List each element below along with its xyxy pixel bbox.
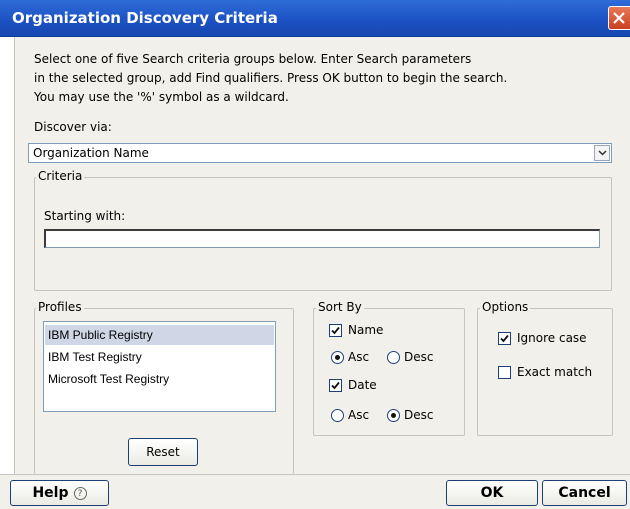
close-icon bbox=[613, 12, 625, 24]
radio-selected-dot bbox=[335, 355, 340, 360]
profiles-list[interactable]: IBM Public Registry IBM Test Registry Mi… bbox=[43, 321, 276, 412]
sort-by-legend: Sort By bbox=[316, 300, 364, 314]
title-bar: Organization Discovery Criteria bbox=[0, 0, 630, 37]
date-asc-radio[interactable] bbox=[331, 409, 344, 422]
profiles-legend: Profiles bbox=[36, 300, 84, 314]
sort-name-checkbox[interactable] bbox=[329, 324, 342, 337]
instruction-line: in the selected group, add Find qualifie… bbox=[34, 71, 508, 85]
radio-selected-dot bbox=[391, 413, 396, 418]
name-desc-label: Desc bbox=[404, 350, 434, 364]
dropdown-button[interactable] bbox=[594, 145, 610, 161]
date-asc-label: Asc bbox=[348, 408, 370, 422]
starting-with-label: Starting with: bbox=[44, 209, 126, 223]
instruction-line: You may use the '%' symbol as a wildcard… bbox=[34, 90, 289, 104]
ignore-case-label: Ignore case bbox=[517, 331, 587, 345]
help-label: Help bbox=[32, 485, 69, 501]
help-button[interactable]: Help? bbox=[10, 480, 109, 506]
name-desc-radio[interactable] bbox=[387, 351, 400, 364]
discover-via-select[interactable]: Organization Name bbox=[28, 143, 612, 163]
date-desc-label: Desc bbox=[404, 408, 434, 422]
sort-date-checkbox[interactable] bbox=[329, 379, 342, 392]
list-item-ibm-test-registry[interactable]: IBM Test Registry bbox=[45, 347, 274, 367]
cancel-button[interactable]: Cancel bbox=[542, 480, 627, 506]
date-desc-radio[interactable] bbox=[387, 409, 400, 422]
checkmark-icon bbox=[331, 381, 340, 390]
window-title: Organization Discovery Criteria bbox=[12, 9, 278, 27]
sort-name-label: Name bbox=[348, 323, 384, 337]
exact-match-label: Exact match bbox=[517, 365, 593, 379]
starting-with-input[interactable] bbox=[44, 229, 600, 248]
list-item-microsoft-test-registry[interactable]: Microsoft Test Registry bbox=[45, 369, 274, 389]
discover-via-value: Organization Name bbox=[33, 146, 149, 160]
criteria-legend: Criteria bbox=[36, 169, 85, 183]
reset-button[interactable]: Reset bbox=[128, 438, 198, 466]
ignore-case-checkbox[interactable] bbox=[498, 332, 511, 345]
list-item-ibm-public-registry[interactable]: IBM Public Registry bbox=[45, 325, 274, 345]
instructions: Select one of five Search criteria group… bbox=[34, 50, 507, 107]
checkmark-icon bbox=[500, 334, 509, 343]
exact-match-checkbox[interactable] bbox=[498, 366, 511, 379]
discover-via-label: Discover via: bbox=[34, 120, 112, 134]
ok-button[interactable]: OK bbox=[446, 480, 538, 506]
close-button[interactable] bbox=[608, 6, 630, 30]
options-legend: Options bbox=[480, 300, 531, 314]
instruction-line: Select one of five Search criteria group… bbox=[34, 52, 472, 66]
chevron-down-icon bbox=[598, 150, 607, 156]
name-asc-label: Asc bbox=[348, 350, 370, 364]
sort-date-label: Date bbox=[348, 378, 377, 392]
name-asc-radio[interactable] bbox=[331, 351, 344, 364]
help-icon: ? bbox=[73, 487, 87, 500]
checkmark-icon bbox=[331, 326, 340, 335]
